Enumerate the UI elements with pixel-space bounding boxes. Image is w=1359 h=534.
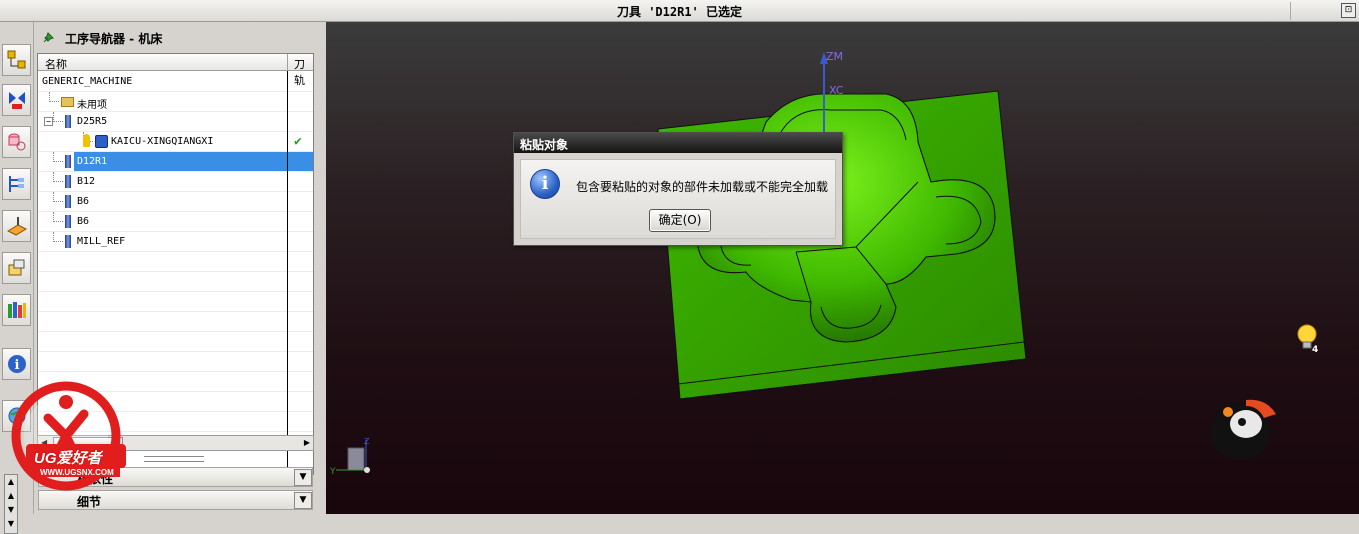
info-button[interactable]: i — [2, 348, 31, 380]
dialog-title: 粘贴对象 — [514, 133, 842, 153]
tree-row-label: KAICU-XINGQIANGXI — [111, 136, 214, 147]
tree-connector — [53, 192, 63, 202]
tree-header: 名称 刀轨 — [38, 54, 313, 87]
tree-row-label: D12R1 — [77, 156, 108, 167]
tree-row[interactable]: 未用项 — [38, 92, 313, 112]
penguin-mascot-icon — [1210, 399, 1276, 460]
navigator-title: 工序导航器 - 机床 — [65, 31, 163, 46]
tree-row[interactable]: KAICU-XINGQIANGXI ✔ — [38, 132, 313, 152]
tree-connector — [53, 152, 63, 162]
constraint-nav-icon — [8, 92, 25, 109]
tree-connector — [53, 232, 63, 242]
collapse-toggle-icon[interactable]: − — [44, 117, 53, 126]
bulb-count: 4 — [1312, 345, 1318, 354]
history-button[interactable] — [2, 294, 31, 326]
cavity-mill-operation-icon — [95, 135, 108, 148]
title-bar: 刀具 'D12R1' 已选定 ⊡ — [0, 0, 1359, 22]
tree-row-label: D25R5 — [77, 116, 108, 127]
tree-row[interactable]: B6 — [38, 192, 313, 212]
tree-row — [38, 272, 313, 292]
triad-z-label: Z — [364, 438, 370, 446]
tree-row-label: B6 — [77, 216, 90, 227]
mill-tool-icon — [65, 175, 71, 188]
tree-row[interactable]: D12R1 — [38, 152, 313, 172]
title-divider — [1290, 2, 1291, 20]
tree-row — [38, 312, 313, 332]
column-separator[interactable] — [287, 54, 288, 71]
info-icon: i — [7, 355, 26, 373]
panel-splitter[interactable] — [144, 456, 204, 462]
assembly-nav-icon — [7, 50, 25, 69]
mill-tool-icon — [65, 235, 71, 248]
tree-row — [38, 292, 313, 312]
navigator-header: 工序导航器 - 机床 — [37, 26, 321, 50]
part-navigator-button[interactable] — [2, 126, 31, 158]
tree-row[interactable]: B6 — [38, 212, 313, 232]
toolpath-ok-check-icon: ✔ — [294, 134, 302, 149]
tree-connector — [53, 172, 63, 182]
tree-connector — [53, 212, 63, 222]
tree-row[interactable]: B12 — [38, 172, 313, 192]
window-title: 刀具 'D12R1' 已选定 — [616, 5, 743, 19]
selection-highlight — [74, 152, 313, 171]
history-books-icon — [7, 302, 26, 318]
tree-row[interactable]: − D25R5 — [38, 112, 313, 132]
ok-button[interactable]: 确定(O) — [649, 209, 711, 232]
lightbulb-icon[interactable]: 4 — [1294, 324, 1320, 354]
svg-text:i: i — [14, 358, 19, 373]
xc-axis-label: XC — [829, 84, 844, 97]
tree-connector — [53, 112, 63, 122]
watermark-text: UG爱好者 — [34, 450, 102, 467]
machine-tool-navigator-button[interactable] — [2, 210, 31, 242]
machine-tool-icon — [6, 217, 27, 236]
scroll-right-icon[interactable]: ▶ — [304, 438, 310, 447]
tree-row-label: B6 — [77, 196, 90, 207]
tree-row — [38, 352, 313, 372]
mill-tool-icon — [65, 155, 71, 168]
operation-nav-icon — [8, 176, 24, 192]
mill-tool-icon — [65, 215, 71, 228]
tree-row-label: B12 — [77, 176, 96, 187]
paste-object-dialog: 粘贴对象 i 包含要粘贴的对象的部件未加载或不能完全加载 确定(O) — [513, 132, 843, 246]
dialog-body: i 包含要粘贴的对象的部件未加载或不能完全加载 确定(O) — [520, 159, 836, 239]
zm-axis-label: ZM — [826, 50, 843, 63]
restore-window-button[interactable]: ⊡ — [1341, 3, 1356, 18]
part-model: ZM XC — [657, 50, 1027, 400]
chevron-down-icon[interactable]: ▼ — [294, 492, 312, 509]
tree-row-label: GENERIC_MACHINE — [42, 76, 133, 87]
tree-row-label: MILL_REF — [77, 236, 126, 247]
mill-tool-icon — [65, 195, 71, 208]
triad-y-label: Y — [329, 467, 336, 477]
mill-tool-icon — [65, 115, 71, 128]
warning-bulb-icon — [83, 134, 90, 147]
operation-navigator-button[interactable] — [2, 168, 31, 200]
constraint-navigator-button[interactable] — [2, 84, 31, 116]
dialog-message: 包含要粘贴的对象的部件未加载或不能完全加载 — [576, 180, 829, 194]
column-divider-line — [287, 71, 288, 474]
reuse-library-button[interactable] — [2, 252, 31, 284]
tree-row[interactable]: MILL_REF — [38, 232, 313, 252]
folder-icon — [61, 97, 74, 107]
ug-watermark-logo — [11, 381, 126, 491]
assembly-navigator-button[interactable] — [2, 44, 31, 76]
tree-row — [38, 252, 313, 272]
part-nav-icon — [8, 133, 25, 151]
graphics-window[interactable]: ZM XC Y Z — [326, 22, 1359, 514]
tree-row[interactable]: GENERIC_MACHINE — [38, 72, 313, 92]
pin-icon[interactable] — [41, 31, 55, 45]
view-triad: Y Z — [329, 438, 370, 477]
chevron-down-icon[interactable]: ▼ — [294, 469, 312, 486]
reuse-library-icon — [8, 259, 24, 276]
tree-row — [38, 332, 313, 352]
info-icon: i — [530, 169, 560, 199]
tree-row-label: 未用项 — [77, 100, 107, 111]
column-header-name[interactable]: 名称 — [45, 56, 67, 72]
watermark-url: WWW.UGSNX.COM — [40, 468, 114, 477]
tree-connector — [49, 92, 59, 102]
